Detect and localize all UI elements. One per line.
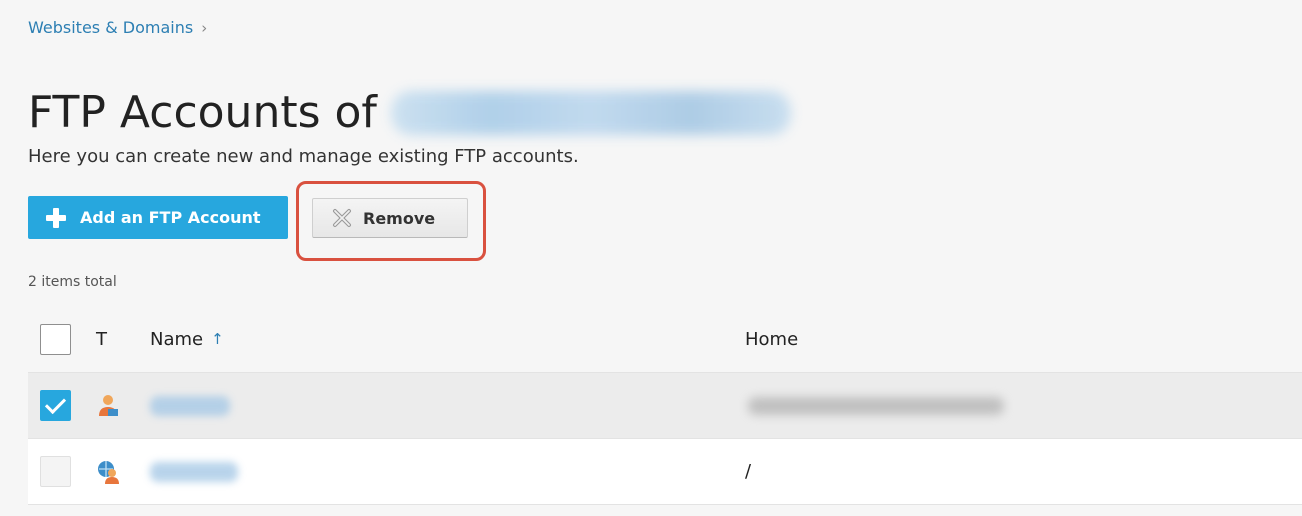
table-header: T Name ↑ Home bbox=[28, 306, 1302, 373]
ftp-web-user-icon bbox=[98, 460, 119, 484]
redacted-domain bbox=[390, 90, 791, 135]
home-path: / bbox=[745, 461, 752, 482]
redacted-account-name[interactable] bbox=[150, 461, 238, 482]
page-description: Here you can create new and manage exist… bbox=[28, 146, 579, 167]
breadcrumb-link[interactable]: Websites & Domains bbox=[28, 18, 193, 37]
row-checkbox bbox=[40, 456, 71, 487]
column-type-header[interactable]: T bbox=[96, 329, 107, 350]
column-home-header[interactable]: Home bbox=[745, 329, 798, 350]
table-row[interactable]: / bbox=[28, 439, 1302, 505]
breadcrumb: Websites & Domains › bbox=[28, 18, 207, 37]
page-title: FTP Accounts of bbox=[28, 87, 791, 138]
sort-up-icon: ↑ bbox=[211, 330, 224, 348]
items-count: 2 items total bbox=[28, 274, 117, 290]
table-row[interactable] bbox=[28, 373, 1302, 439]
add-ftp-account-label: Add an FTP Account bbox=[80, 208, 261, 227]
remove-x-icon bbox=[333, 209, 351, 227]
chevron-right-icon: › bbox=[201, 18, 208, 37]
page-title-text: FTP Accounts of bbox=[28, 87, 377, 139]
row-checkbox[interactable] bbox=[40, 390, 71, 421]
select-all-checkbox[interactable] bbox=[40, 323, 71, 355]
plus-icon bbox=[46, 207, 66, 228]
redacted-home-path bbox=[748, 396, 1004, 415]
column-name-label: Name bbox=[150, 328, 204, 350]
redacted-account-name[interactable] bbox=[150, 395, 230, 416]
add-ftp-account-button[interactable]: Add an FTP Account bbox=[28, 196, 288, 239]
ftp-accounts-table: T Name ↑ Home / bbox=[28, 306, 1302, 505]
remove-button[interactable]: Remove bbox=[312, 198, 468, 238]
ftp-user-icon bbox=[99, 394, 118, 416]
column-name-header[interactable]: Name ↑ bbox=[150, 329, 224, 350]
remove-label: Remove bbox=[363, 208, 436, 228]
